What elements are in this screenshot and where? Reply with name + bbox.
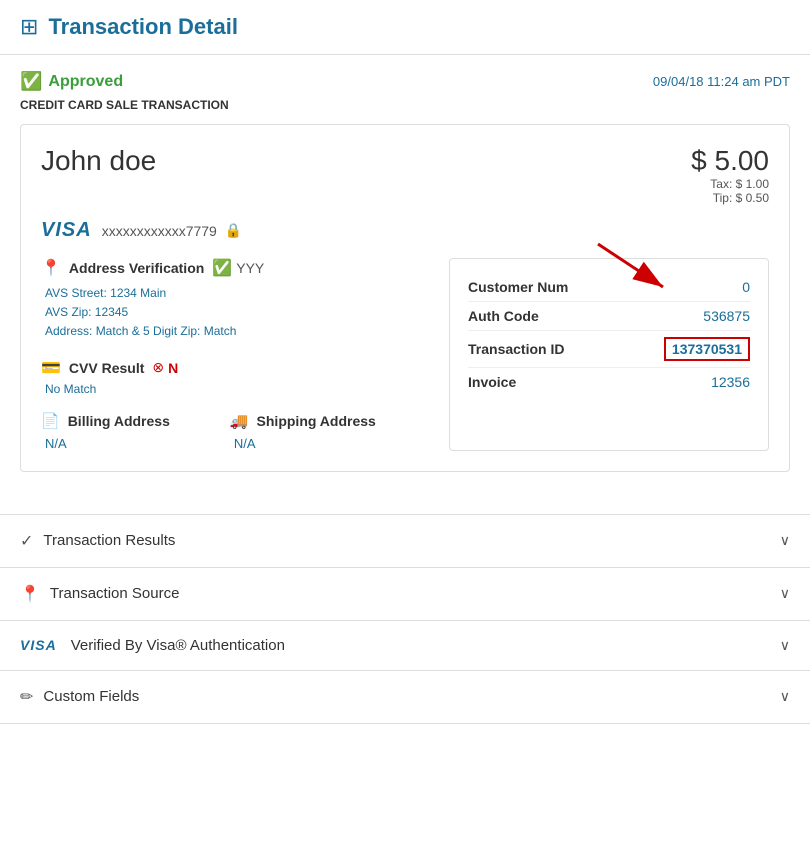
cvv-x-icon: ⊗	[152, 359, 164, 376]
shipping-header: 🚚 Shipping Address	[230, 412, 376, 430]
avs-zip: AVS Zip: 12345	[45, 303, 433, 322]
pencil-icon: ✏	[20, 687, 33, 707]
auth-code-row: Auth Code 536875	[468, 302, 750, 331]
custom-fields-left: ✏ Custom Fields	[20, 687, 139, 707]
card-icon: 💳	[41, 358, 61, 378]
checkmark-icon: ✓	[20, 531, 33, 551]
verified-by-visa-left: VISA Verified By Visa® Authentication	[20, 637, 285, 654]
custom-fields-item[interactable]: ✏ Custom Fields ∨	[0, 671, 810, 724]
collapsible-sections: ✓ Transaction Results ∨ 📍 Transaction So…	[0, 514, 810, 724]
shipping-label: Shipping Address	[257, 413, 376, 429]
main-content: ✅ Approved 09/04/18 11:24 am PDT CREDIT …	[0, 55, 810, 504]
status-approved: ✅ Approved	[20, 71, 123, 92]
pin-icon: 📍	[20, 584, 40, 604]
invoice-row: Invoice 12356	[468, 368, 750, 396]
truck-icon: 🚚	[230, 412, 249, 430]
page-title: Transaction Detail	[48, 14, 238, 40]
auth-code-label: Auth Code	[468, 308, 539, 324]
left-panel: 📍 Address Verification ✅ YYY AVS Street:…	[41, 258, 433, 451]
invoice-label: Invoice	[468, 374, 516, 390]
avs-code: YYY	[236, 260, 264, 276]
timestamp: 09/04/18 11:24 am PDT	[653, 74, 790, 89]
avs-details: AVS Street: 1234 Main AVS Zip: 12345 Add…	[45, 284, 433, 342]
avs-block: 📍 Address Verification ✅ YYY AVS Street:…	[41, 258, 433, 342]
tip-amount: Tip: $ 0.50	[691, 191, 769, 205]
cvv-block: 💳 CVV Result ⊗ N No Match	[41, 358, 433, 396]
check-circle-icon: ✅	[20, 71, 42, 92]
transaction-type: CREDIT CARD SALE TRANSACTION	[20, 98, 790, 112]
customer-name: John doe	[41, 145, 156, 177]
verified-by-visa-label: Verified By Visa® Authentication	[71, 637, 285, 654]
customer-row: John doe $ 5.00 Tax: $ 1.00 Tip: $ 0.50	[41, 145, 769, 205]
transaction-results-left: ✓ Transaction Results	[20, 531, 175, 551]
amount-block: $ 5.00 Tax: $ 1.00 Tip: $ 0.50	[691, 145, 769, 205]
avs-check-icon: ✅	[212, 258, 232, 278]
invoice-value: 12356	[711, 374, 750, 390]
transaction-results-label: Transaction Results	[43, 532, 175, 549]
avs-street: AVS Street: 1234 Main	[45, 284, 433, 303]
page-header: ⊞ Transaction Detail	[0, 0, 810, 55]
tax-amount: Tax: $ 1.00	[691, 177, 769, 191]
auth-code-value: 536875	[703, 308, 750, 324]
billing-address-block: 📄 Billing Address N/A	[41, 412, 170, 451]
status-bar: ✅ Approved 09/04/18 11:24 am PDT	[20, 71, 790, 92]
chevron-down-icon-2: ∨	[780, 585, 790, 602]
billing-value: N/A	[45, 436, 170, 451]
transaction-results-item[interactable]: ✓ Transaction Results ∨	[0, 515, 810, 568]
cvv-label: CVV Result	[69, 360, 144, 376]
billing-label: Billing Address	[68, 413, 170, 429]
location-pin-icon: 📍	[41, 258, 61, 278]
right-panel: Customer Num 0 Auth Code 536875 Transact…	[449, 258, 769, 451]
transaction-id-label: Transaction ID	[468, 341, 564, 357]
avs-address-match: Address: Match & 5 Digit Zip: Match	[45, 322, 433, 341]
details-section: 📍 Address Verification ✅ YYY AVS Street:…	[41, 258, 769, 451]
visa-brand-icon: VISA	[20, 637, 57, 653]
shipping-value: N/A	[234, 436, 376, 451]
visa-row: VISA xxxxxxxxxxxx7779 🔒	[41, 219, 769, 242]
avs-label: Address Verification	[69, 260, 204, 276]
card-brand: VISA	[41, 219, 92, 242]
shipping-address-block: 🚚 Shipping Address N/A	[230, 412, 376, 451]
custom-fields-label: Custom Fields	[43, 688, 139, 705]
transaction-source-item[interactable]: 📍 Transaction Source ∨	[0, 568, 810, 621]
cvv-details: No Match	[45, 382, 433, 396]
verified-by-visa-item[interactable]: VISA Verified By Visa® Authentication ∨	[0, 621, 810, 671]
chevron-down-icon-3: ∨	[780, 637, 790, 654]
customer-num-label: Customer Num	[468, 279, 568, 295]
transaction-source-left: 📍 Transaction Source	[20, 584, 179, 604]
amount-main: $ 5.00	[691, 145, 769, 177]
transaction-id-row: Transaction ID 137370531	[468, 331, 750, 368]
cvv-header: 💳 CVV Result ⊗ N	[41, 358, 433, 378]
cvv-result: N	[168, 360, 178, 376]
transaction-source-label: Transaction Source	[50, 585, 180, 602]
avs-header: 📍 Address Verification ✅ YYY	[41, 258, 433, 278]
info-card: John doe $ 5.00 Tax: $ 1.00 Tip: $ 0.50 …	[20, 124, 790, 472]
address-row: 📄 Billing Address N/A 🚚 Shipping Address…	[41, 412, 433, 451]
document-icon: 📄	[41, 412, 60, 430]
card-number: xxxxxxxxxxxx7779	[102, 223, 217, 239]
chevron-down-icon: ∨	[780, 532, 790, 549]
chevron-down-icon-4: ∨	[780, 688, 790, 705]
billing-header: 📄 Billing Address	[41, 412, 170, 430]
grid-icon: ⊞	[20, 14, 38, 40]
transaction-id-value: 137370531	[664, 337, 750, 361]
status-label: Approved	[48, 73, 123, 91]
customer-num-row: Customer Num 0	[468, 273, 750, 302]
lock-icon: 🔒	[225, 222, 242, 239]
customer-num-value: 0	[742, 279, 750, 295]
